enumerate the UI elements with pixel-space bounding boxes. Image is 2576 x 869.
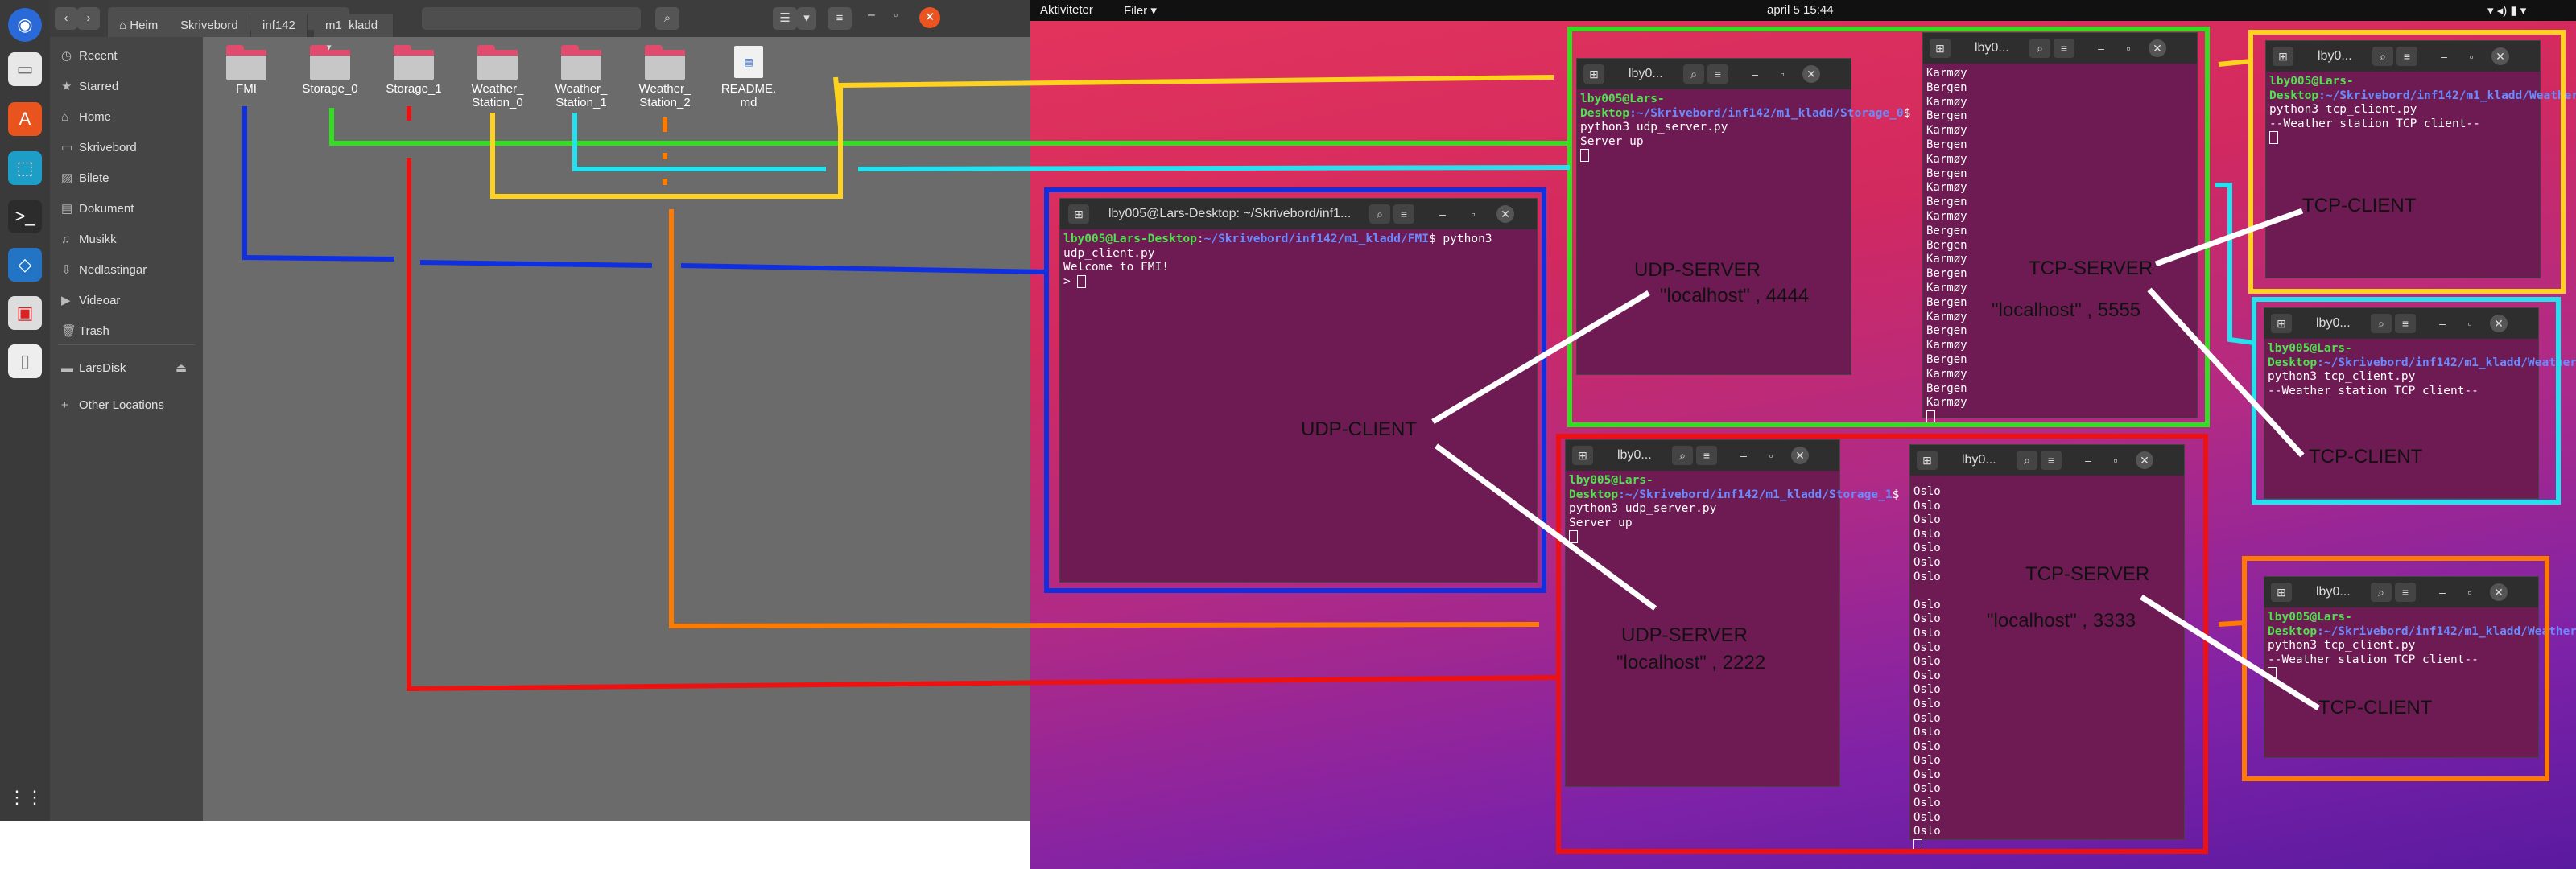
tcp-client-0-box [2248,30,2566,294]
annotation-udp-client: UDP-CLIENT [1301,418,1418,440]
pointer-tcp-5555-b [2147,287,2305,458]
annotation-tcp-server-5555: TCP-SERVER [2029,257,2153,279]
tcp-client-2-box [2242,556,2549,781]
annotation-tcp-client-2: TCP-CLIENT [2318,697,2433,719]
annotation-udp-server-2222: UDP-SERVER [1621,624,1748,646]
pointer-tcp-3333 [2140,595,2320,710]
ws2-connector-4 [669,209,1540,629]
ws1-connector-3 [2215,183,2255,345]
fmi-connector-2 [419,260,653,268]
annotation-tcp-client-1: TCP-CLIENT [2309,446,2423,467]
udp-client-box [1044,187,1546,593]
udp-server-4444-box [1567,27,2210,427]
annotation-udp-server-4444-addr: "localhost" , 4444 [1660,285,1810,307]
fmi-connector [242,106,395,262]
annotation-tcp-server-5555-addr: "localhost" , 5555 [1992,299,2141,321]
annotation-udp-server-2222-addr: "localhost" , 2222 [1616,652,1766,673]
annotation-tcp-server-3333-addr: "localhost" , 3333 [1987,610,2136,632]
annotation-tcp-client-0: TCP-CLIENT [2302,195,2417,216]
ws0-connector-3 [2218,59,2252,67]
ws1-connector-2 [857,165,1571,171]
ws2-connector-5 [2218,620,2245,627]
annotation-boxes [242,27,2566,854]
storage0-connector [329,108,1570,146]
ws0-connector-2 [833,75,1554,128]
fmi-connector-3 [680,263,1047,274]
annotation-udp-server-4444: UDP-SERVER [1634,259,1761,281]
pointer-udp-client-a [1431,290,1650,425]
annotation-tcp-server-3333: TCP-SERVER [2025,563,2150,585]
tcp-client-1-box [2252,297,2561,505]
